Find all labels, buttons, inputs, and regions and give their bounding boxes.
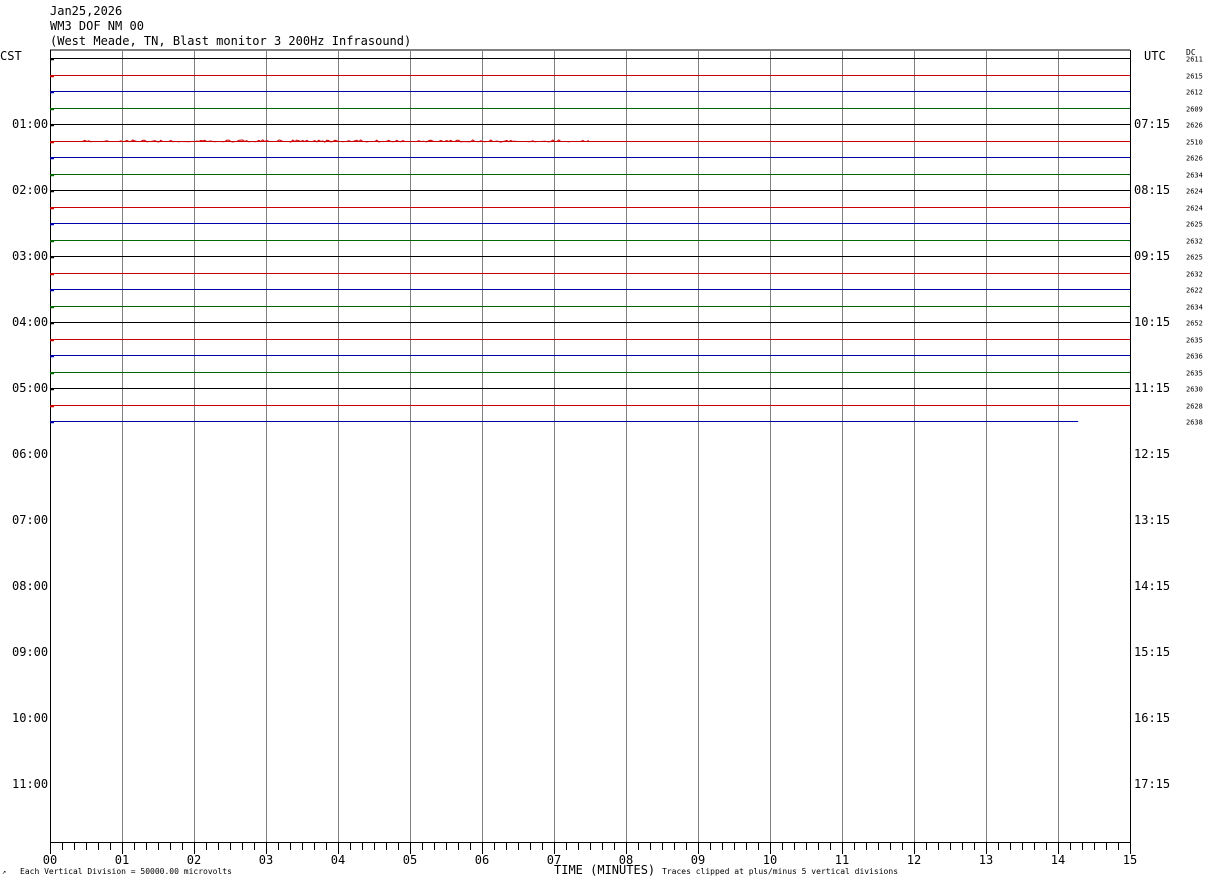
right-hour-label: 09:15 [1134, 249, 1170, 263]
x-tick-label: 11 [835, 853, 849, 867]
dc-offset-value: 2615 [1186, 73, 1203, 81]
dc-offset-value: 2625 [1186, 221, 1203, 229]
dc-offset-value: 2630 [1186, 386, 1203, 394]
x-tick-label: 12 [907, 853, 921, 867]
x-tick-label: 01 [115, 853, 129, 867]
dc-offset-value: 2622 [1186, 287, 1203, 295]
right-hour-label: 11:15 [1134, 381, 1170, 395]
right-hour-label: 12:15 [1134, 447, 1170, 461]
x-tick-label: 15 [1123, 853, 1137, 867]
dc-offset-value: 2625 [1186, 254, 1203, 262]
x-tick-label: 04 [331, 853, 345, 867]
dc-offset-value: 2652 [1186, 320, 1203, 328]
dc-offset-value: 2635 [1186, 370, 1203, 378]
x-tick-label: 10 [763, 853, 777, 867]
x-tick-label: 03 [259, 853, 273, 867]
x-tick-label: 09 [691, 853, 705, 867]
right-hour-label: 14:15 [1134, 579, 1170, 593]
dc-offset-value: 2632 [1186, 271, 1203, 279]
x-tick-label: 00 [43, 853, 57, 867]
corner-mark: ↗ [2, 868, 7, 876]
dc-offset-value: 2624 [1186, 205, 1203, 213]
left-hour-label: 10:00 [12, 711, 48, 725]
dc-offset-value: 2638 [1186, 419, 1203, 427]
left-hour-label: 04:00 [12, 315, 48, 329]
right-hour-label: 15:15 [1134, 645, 1170, 659]
left-hour-label: 01:00 [12, 117, 48, 131]
dc-offset-value: 2634 [1186, 304, 1203, 312]
left-hour-label: 02:00 [12, 183, 48, 197]
dc-offset-value: 2611 [1186, 56, 1203, 64]
seismogram-plot: 00 01 02 03 04 05 06 07 08 09 10 11 12 13 14 1526112615… [12, 49, 1203, 867]
right-hour-label: 07:15 [1134, 117, 1170, 131]
x-axis-title: TIME (MINUTES) [554, 863, 656, 877]
dc-offset-value: 2632 [1186, 238, 1203, 246]
dc-offset-value: 2626 [1186, 155, 1203, 163]
right-hour-label: 17:15 [1134, 777, 1170, 791]
left-hour-label: 08:00 [12, 579, 48, 593]
x-tick-label: 02 [187, 853, 201, 867]
dc-offset-value: 2626 [1186, 122, 1203, 130]
left-hour-label: 03:00 [12, 249, 48, 263]
x-tick-label: 06 [475, 853, 489, 867]
x-tick-label: 13 [979, 853, 993, 867]
dc-offset-value: 2510 [1186, 139, 1203, 147]
clipping-note: Traces clipped at plus/minus 5 vertical … [662, 867, 899, 876]
left-hour-label: 06:00 [12, 447, 48, 461]
dc-offset-value: 2634 [1186, 172, 1203, 180]
dc-offset-value: 2612 [1186, 89, 1203, 97]
right-hour-label: 10:15 [1134, 315, 1170, 329]
vertical-division-note: Each Vertical Division = 50000.00 microv… [20, 867, 232, 876]
x-tick-label: 14 [1051, 853, 1065, 867]
dc-offset-value: 2636 [1186, 353, 1203, 361]
right-hour-label: 16:15 [1134, 711, 1170, 725]
right-hour-label: 08:15 [1134, 183, 1170, 197]
dc-offset-value: 2628 [1186, 403, 1203, 411]
dc-offset-value: 2624 [1186, 188, 1203, 196]
left-hour-label: 11:00 [12, 777, 48, 791]
left-hour-label: 07:00 [12, 513, 48, 527]
left-hour-label: 09:00 [12, 645, 48, 659]
x-tick-label: 05 [403, 853, 417, 867]
left-hour-label: 05:00 [12, 381, 48, 395]
right-hour-label: 13:15 [1134, 513, 1170, 527]
dc-offset-value: 2635 [1186, 337, 1203, 345]
dc-offset-value: 2609 [1186, 106, 1203, 114]
